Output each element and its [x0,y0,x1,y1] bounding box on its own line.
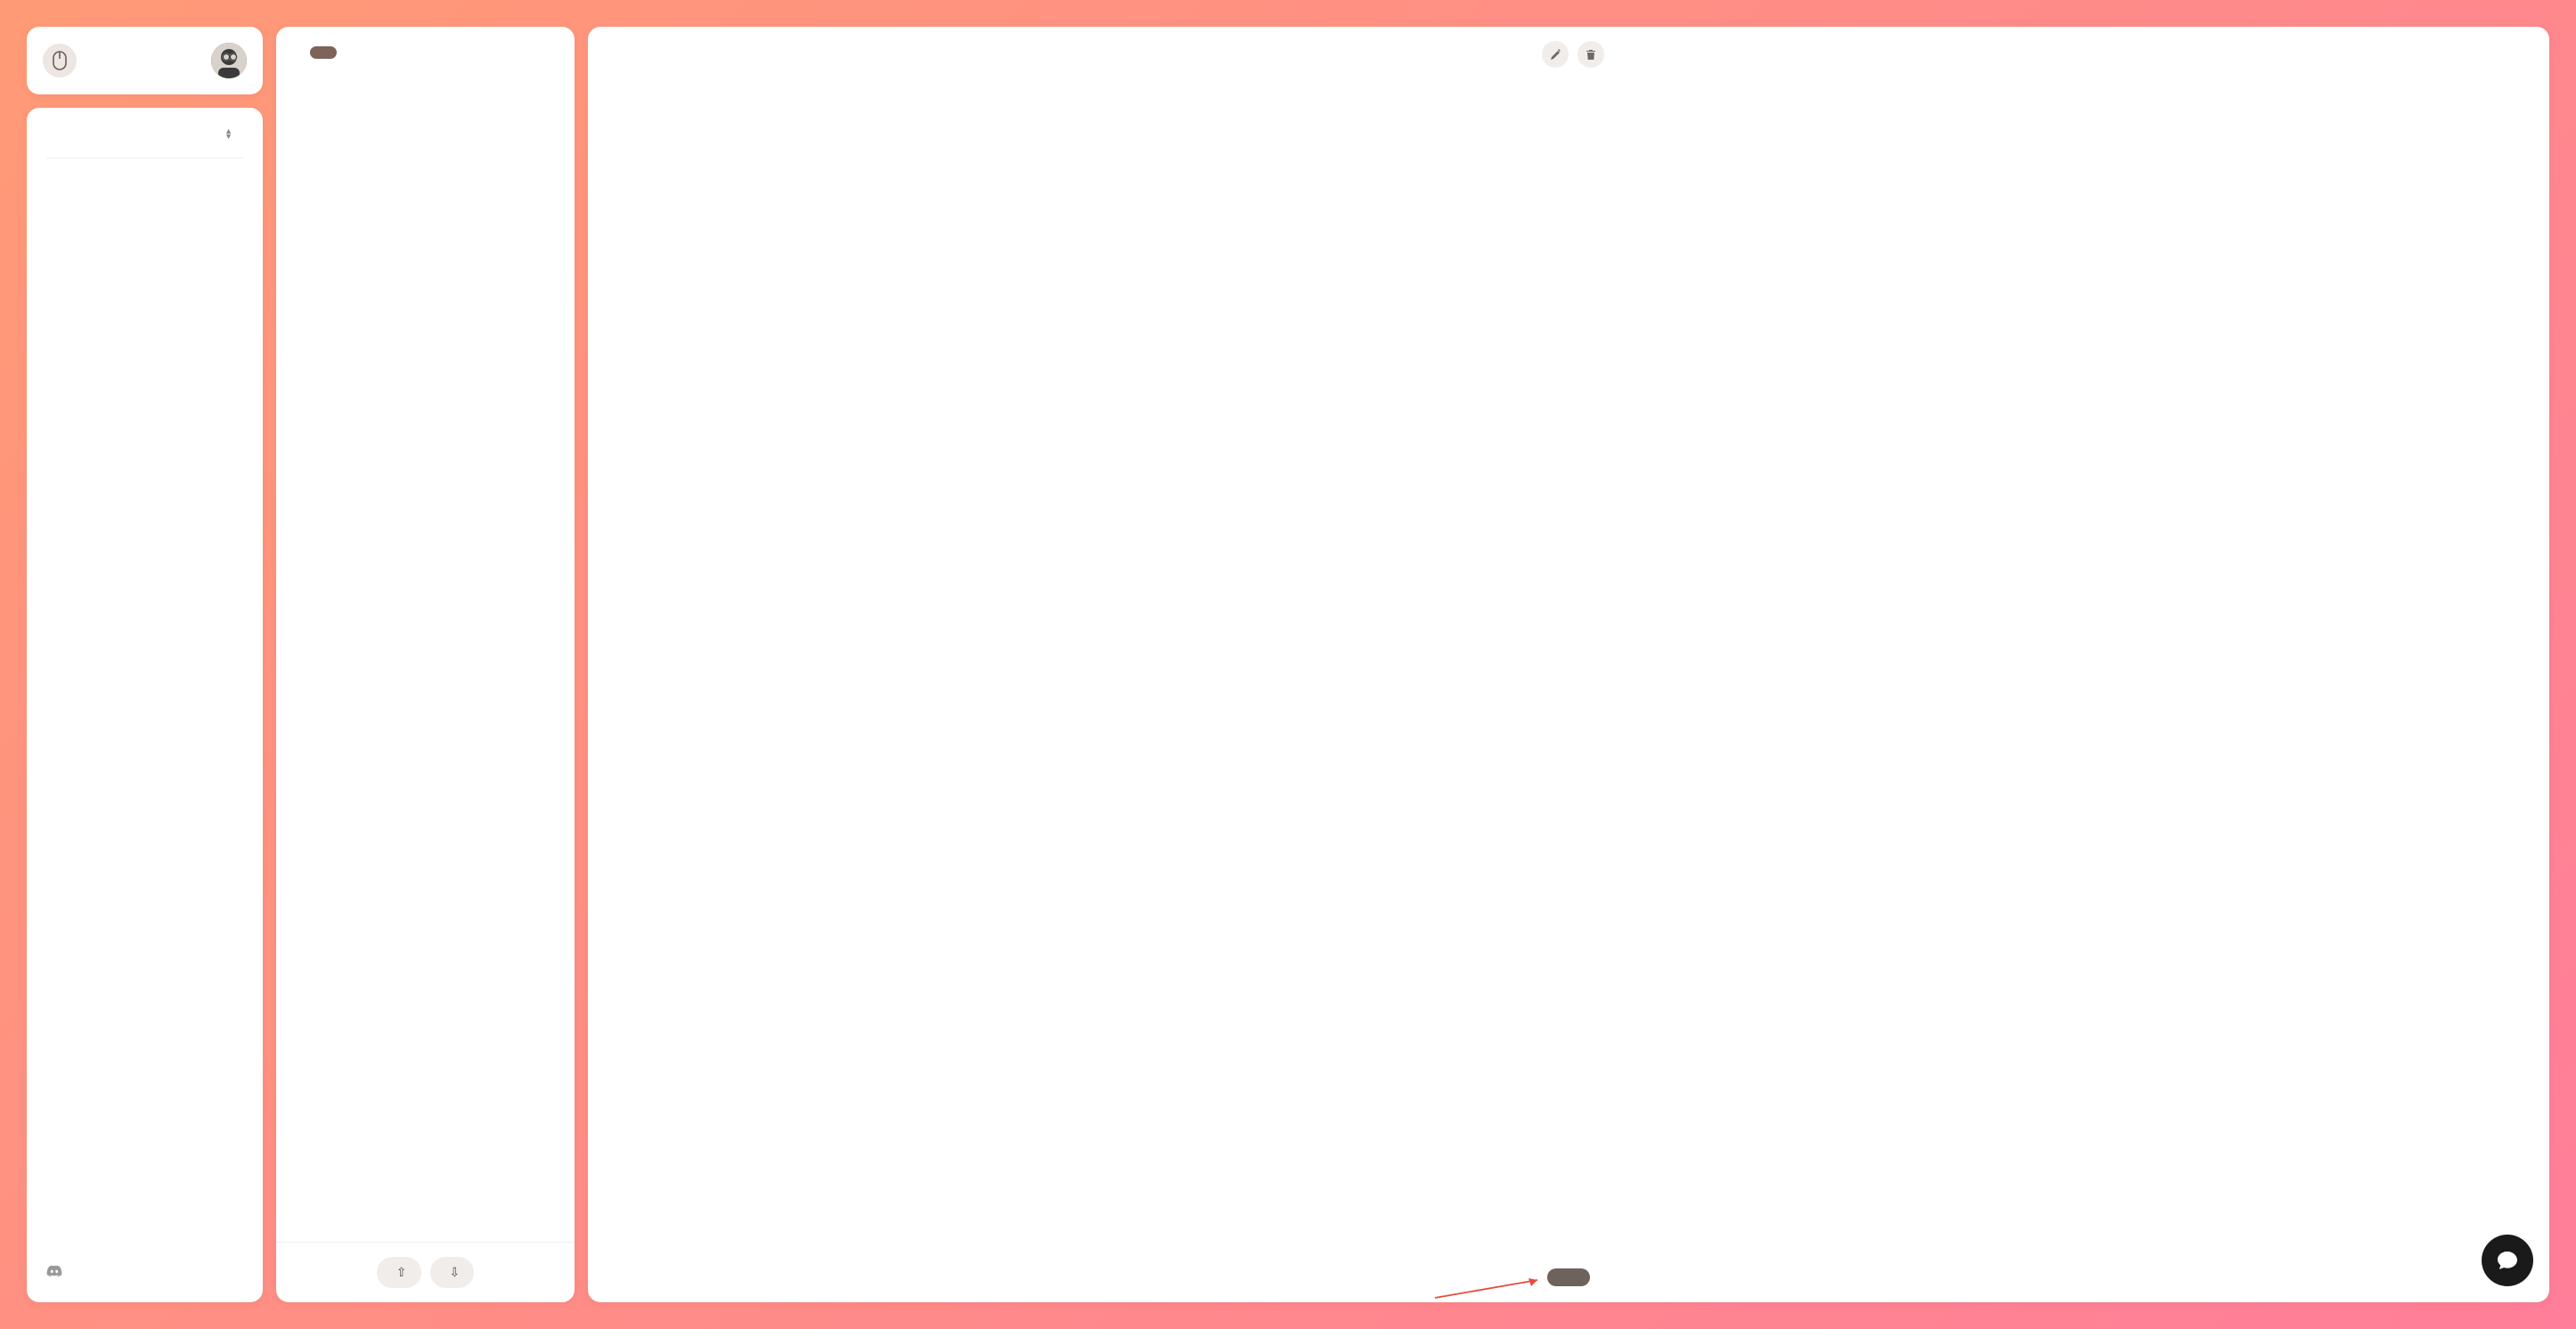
delete-file-button[interactable] [1577,41,1604,68]
app-logo[interactable] [43,44,77,77]
upload-button[interactable]: ⇧ [377,1257,421,1288]
editor-panel [588,27,2549,1302]
chat-fab[interactable] [2482,1235,2533,1286]
discord-icon [46,1265,62,1281]
upload-icon: ⇧ [396,1265,407,1280]
sidebar-nav: ▲▼ [27,108,263,1302]
change-theme-button[interactable] [310,46,337,59]
code-editor[interactable] [588,82,2549,1252]
download-button[interactable]: ⇩ [430,1257,475,1288]
discord-link[interactable] [27,1252,263,1293]
blog-selector[interactable]: ▲▼ [37,117,252,152]
arrow-annotation [1431,1276,1551,1302]
edit-filename-button[interactable] [1542,41,1569,68]
file-tree-panel: ⇧ ⇩ [276,27,575,1302]
save-button[interactable] [1547,1268,1590,1286]
divider [46,158,243,159]
download-icon: ⇩ [450,1265,461,1280]
updown-icon: ▲▼ [224,129,232,140]
user-avatar[interactable] [211,43,247,78]
